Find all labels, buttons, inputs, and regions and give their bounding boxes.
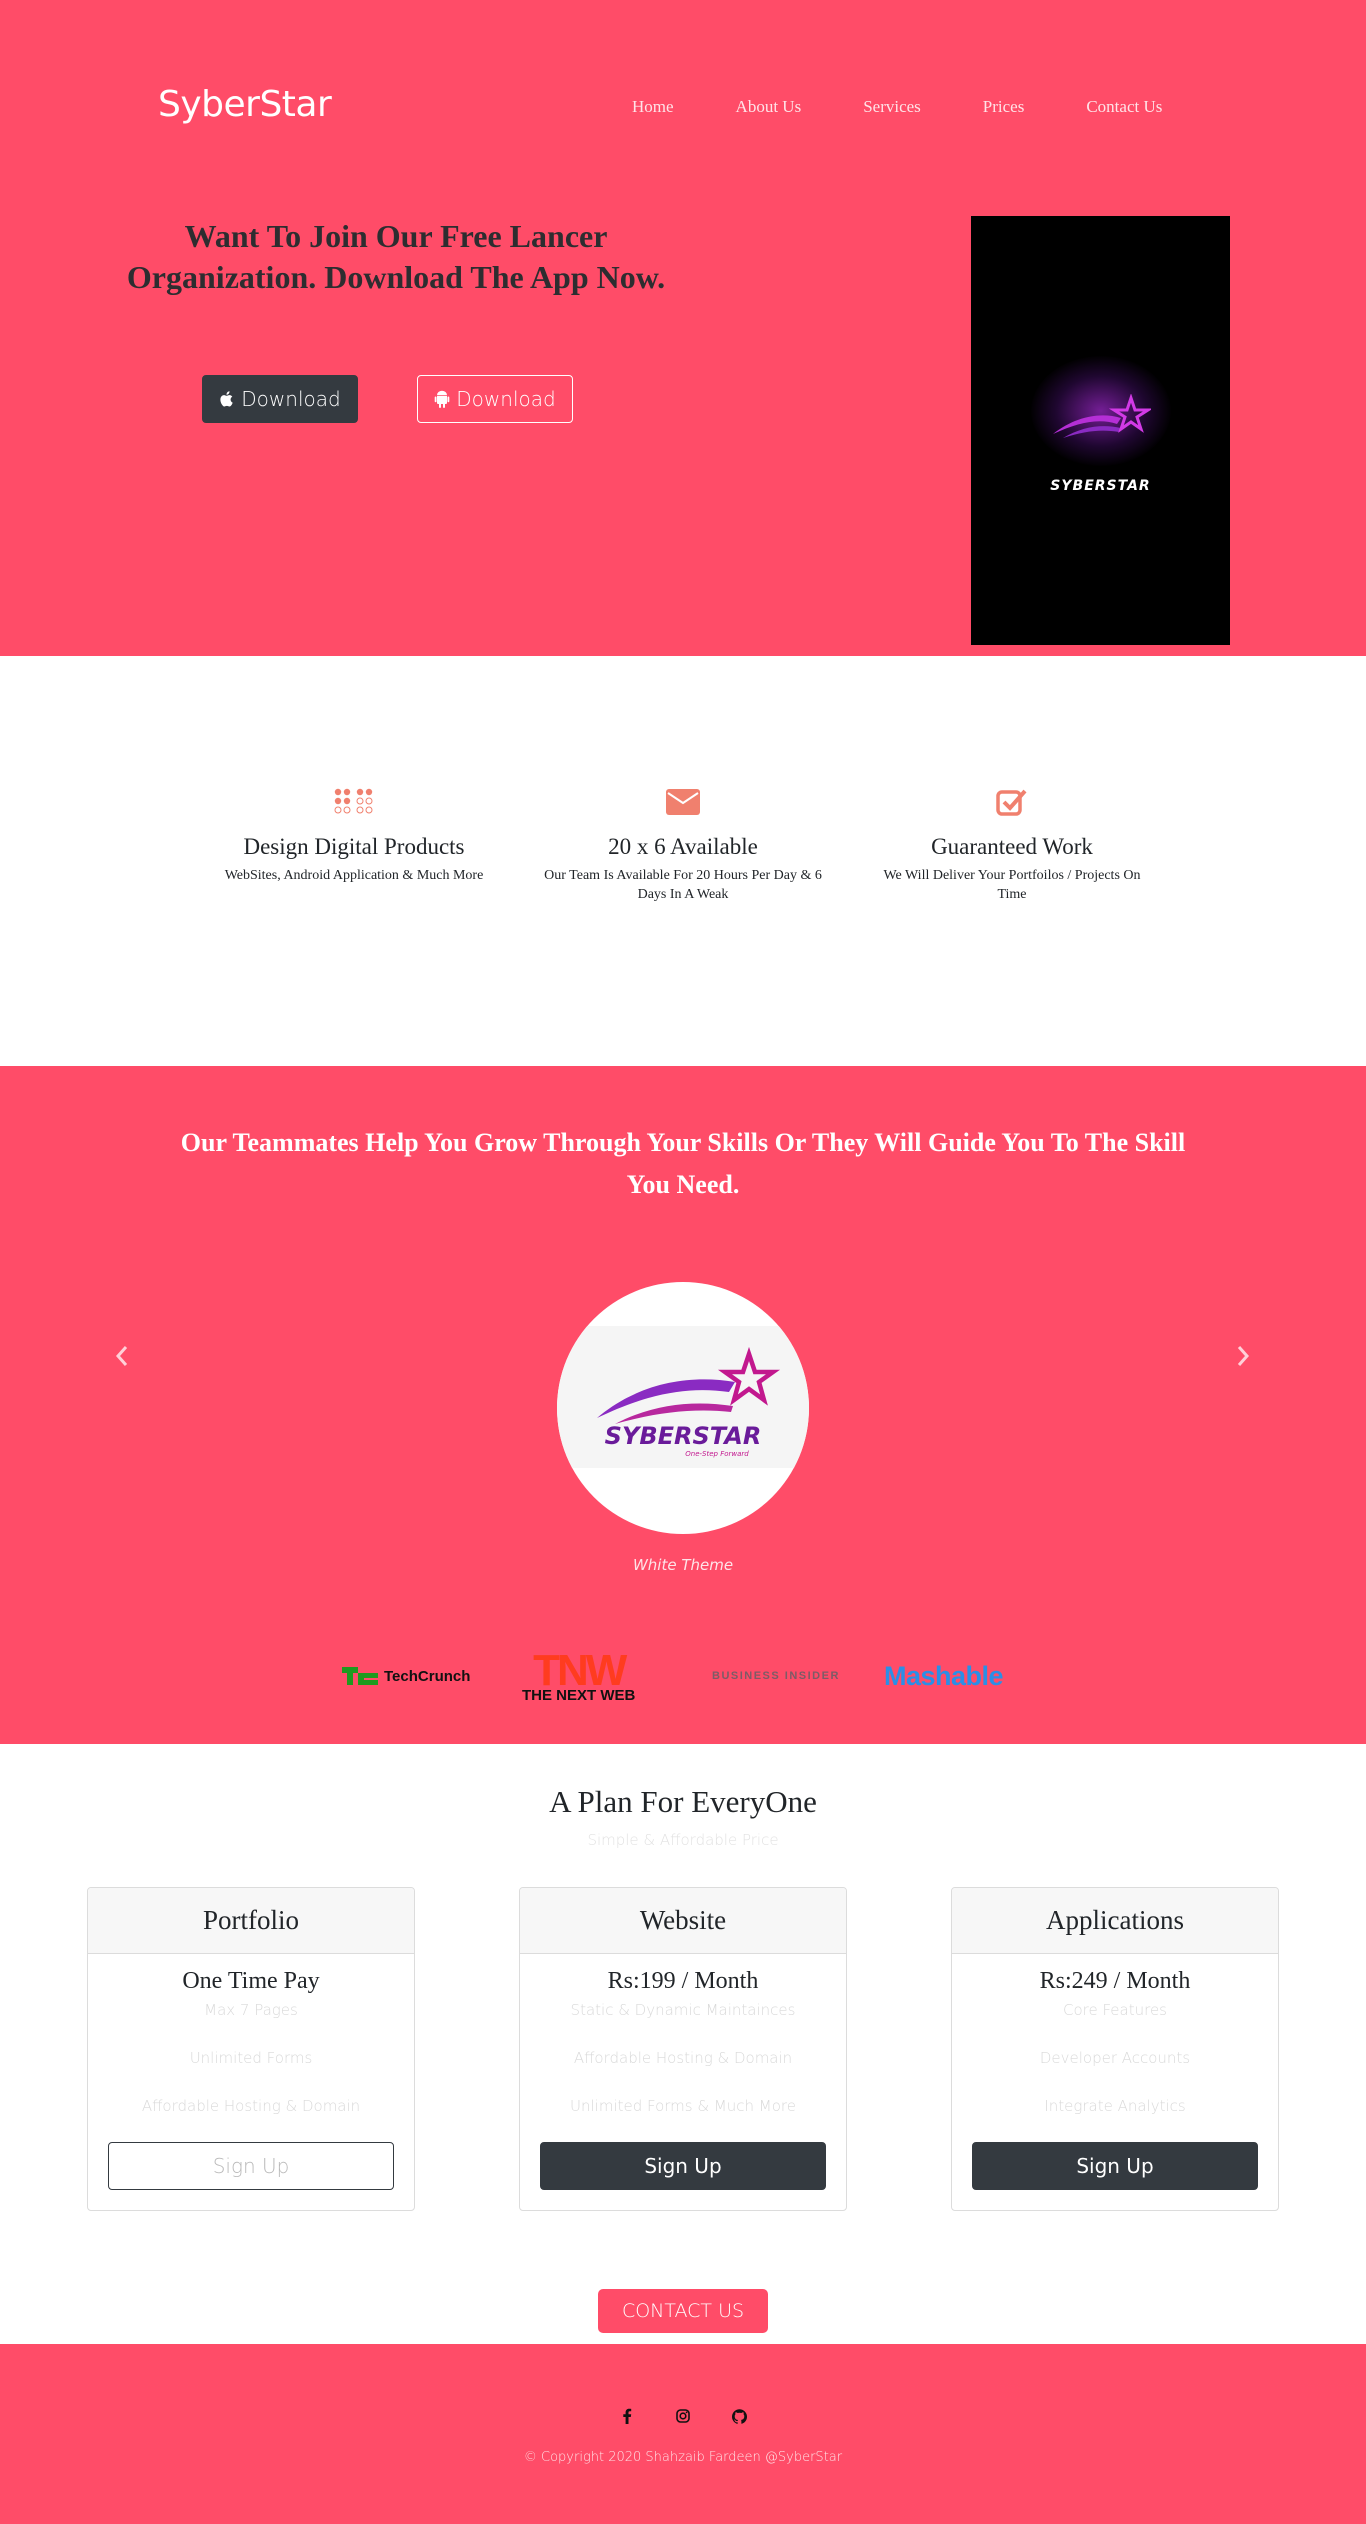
nav-about-us[interactable]: About Us	[736, 97, 802, 117]
star-logo-icon	[1053, 394, 1151, 438]
apple-icon	[219, 390, 235, 408]
website-signup-button[interactable]: Sign Up	[540, 2142, 826, 2190]
plan-feature: Static & Dynamic Maintainces	[570, 2001, 796, 2019]
hero-heading: Want To Join Our Free Lancer Organizatio…	[126, 218, 666, 295]
ios-download-button[interactable]: Download	[202, 375, 358, 423]
android-download-button[interactable]: Download	[417, 375, 573, 423]
nav-prices[interactable]: Prices	[983, 97, 1025, 117]
team-heading: Our Teammates Help You Grow Through Your…	[180, 1128, 1186, 1199]
business-insider-logo: BUSINESS INSIDER	[712, 1644, 840, 1708]
plan-name: Website	[520, 1888, 846, 1954]
plan-name: Portfolio	[88, 1888, 414, 1954]
techcrunch-text: TechCrunch	[384, 1667, 471, 1685]
nav-services[interactable]: Services	[863, 97, 921, 117]
plan-feature: Unlimited Forms	[189, 2049, 313, 2067]
check-square-icon	[862, 786, 1162, 818]
android-icon	[434, 390, 450, 408]
brand-logo[interactable]: SyberStar	[158, 84, 332, 125]
pricing-subtitle: Simple & Affordable Price	[587, 1831, 779, 1849]
github-icon[interactable]	[725, 2402, 753, 2430]
copyright-text: © Copyright 2020 Shahzaib Fardeen @Syber…	[523, 2450, 843, 2465]
nav-home[interactable]: Home	[632, 97, 674, 117]
hero-section: SyberStar Home About Us Services Prices …	[0, 0, 1366, 656]
plan-features: Max 7 Pages Unlimited Forms Affordable H…	[88, 1999, 414, 2143]
android-download-label: Download	[456, 387, 556, 411]
plan-feature: Core Features	[1063, 2001, 1167, 2019]
carousel-next-button[interactable]	[1223, 1336, 1263, 1376]
mashable-logo: Mashable	[884, 1644, 1004, 1708]
plan-card-applications: Applications Rs:249 / Month Core Feature…	[951, 1887, 1279, 2211]
carousel-caption: White Theme	[632, 1556, 734, 1574]
mashable-text: Mashable	[884, 1660, 1004, 1691]
feature-design: Design Digital Products WebSites, Androi…	[204, 786, 504, 885]
feature-title: Guaranteed Work	[931, 834, 1093, 859]
footer: © Copyright 2020 Shahzaib Fardeen @Syber…	[0, 2344, 1366, 2524]
facebook-icon[interactable]	[613, 2402, 641, 2430]
social-links	[0, 2402, 1366, 2430]
envelope-icon	[533, 786, 833, 818]
applications-signup-button[interactable]: Sign Up	[972, 2142, 1258, 2190]
feature-text: We Will Deliver Your Portfoilos / Projec…	[883, 868, 1141, 902]
chevron-left-icon	[115, 1346, 128, 1366]
plan-feature: Unlimited Forms & Much More	[570, 2097, 796, 2115]
plan-feature: Max 7 Pages	[204, 2001, 298, 2019]
nav-links: Home About Us Services Prices Contact Us	[632, 97, 1162, 117]
plan-name: Applications	[952, 1888, 1278, 1954]
pricing-title: A Plan For EveryOne	[549, 1784, 817, 1819]
logo-wordmark: SYBERSTAR	[605, 1422, 762, 1450]
feature-text: Our Team Is Available For 20 Hours Per D…	[544, 868, 822, 902]
plan-features: Static & Dynamic Maintainces Affordable …	[520, 1999, 846, 2143]
plan-price: One Time Pay	[182, 1968, 320, 1994]
syberstar-logo: SYBERSTAR One-Step Forward	[557, 1326, 809, 1468]
plan-card-website: Website Rs:199 / Month Static & Dynamic …	[519, 1887, 847, 2211]
logo-tagline: One-Step Forward	[685, 1450, 749, 1458]
plan-features: Core Features Developer Accounts Integra…	[952, 1999, 1278, 2143]
feature-availability: 20 x 6 Available Our Team Is Available F…	[533, 786, 833, 904]
plan-feature: Affordable Hosting & Domain	[141, 2097, 361, 2115]
portfolio-signup-button[interactable]: Sign Up	[108, 2142, 394, 2190]
instagram-icon[interactable]	[669, 2402, 697, 2430]
nav-contact-us[interactable]: Contact Us	[1086, 97, 1162, 117]
plan-feature: Developer Accounts	[1039, 2049, 1191, 2067]
feature-title: Design Digital Products	[243, 834, 465, 859]
team-section: Our Teammates Help You Grow Through Your…	[0, 1066, 1366, 1744]
plan-price: Rs:249 / Month	[1039, 1968, 1191, 1994]
plan-card-portfolio: Portfolio One Time Pay Max 7 Pages Unlim…	[87, 1887, 415, 2211]
carousel-prev-button[interactable]	[102, 1336, 142, 1376]
pricing-section: A Plan For EveryOne Simple & Affordable …	[0, 1744, 1366, 2344]
thenextweb-logo: TNW THE NEXT WEB	[522, 1644, 635, 1708]
chevron-right-icon	[1237, 1346, 1250, 1366]
plan-feature: Affordable Hosting & Domain	[573, 2049, 793, 2067]
contact-us-button[interactable]: CONTACT US	[598, 2289, 768, 2333]
feature-guarantee: Guaranteed Work We Will Deliver Your Por…	[862, 786, 1162, 904]
features-section: Design Digital Products WebSites, Androi…	[0, 656, 1366, 1066]
plan-feature: Integrate Analytics	[1044, 2097, 1186, 2115]
carousel-slide[interactable]: SYBERSTAR One-Step Forward	[557, 1282, 809, 1534]
feature-title: 20 x 6 Available	[608, 834, 758, 859]
phone-brand-text: SYBERSTAR	[1050, 478, 1151, 494]
techcrunch-logo: TechCrunch	[342, 1644, 470, 1708]
navbar: SyberStar Home About Us Services Prices …	[0, 84, 1366, 132]
tnw-text: THE NEXT WEB	[522, 1686, 636, 1704]
feature-text: WebSites, Android Application & Much Mor…	[224, 868, 484, 883]
business-insider-text: BUSINESS INSIDER	[712, 1670, 840, 1682]
ios-download-label: Download	[241, 387, 341, 411]
app-preview-phone: SYBERSTAR	[971, 216, 1230, 645]
apps-grid-icon	[204, 786, 504, 818]
plan-price: Rs:199 / Month	[607, 1968, 759, 1994]
